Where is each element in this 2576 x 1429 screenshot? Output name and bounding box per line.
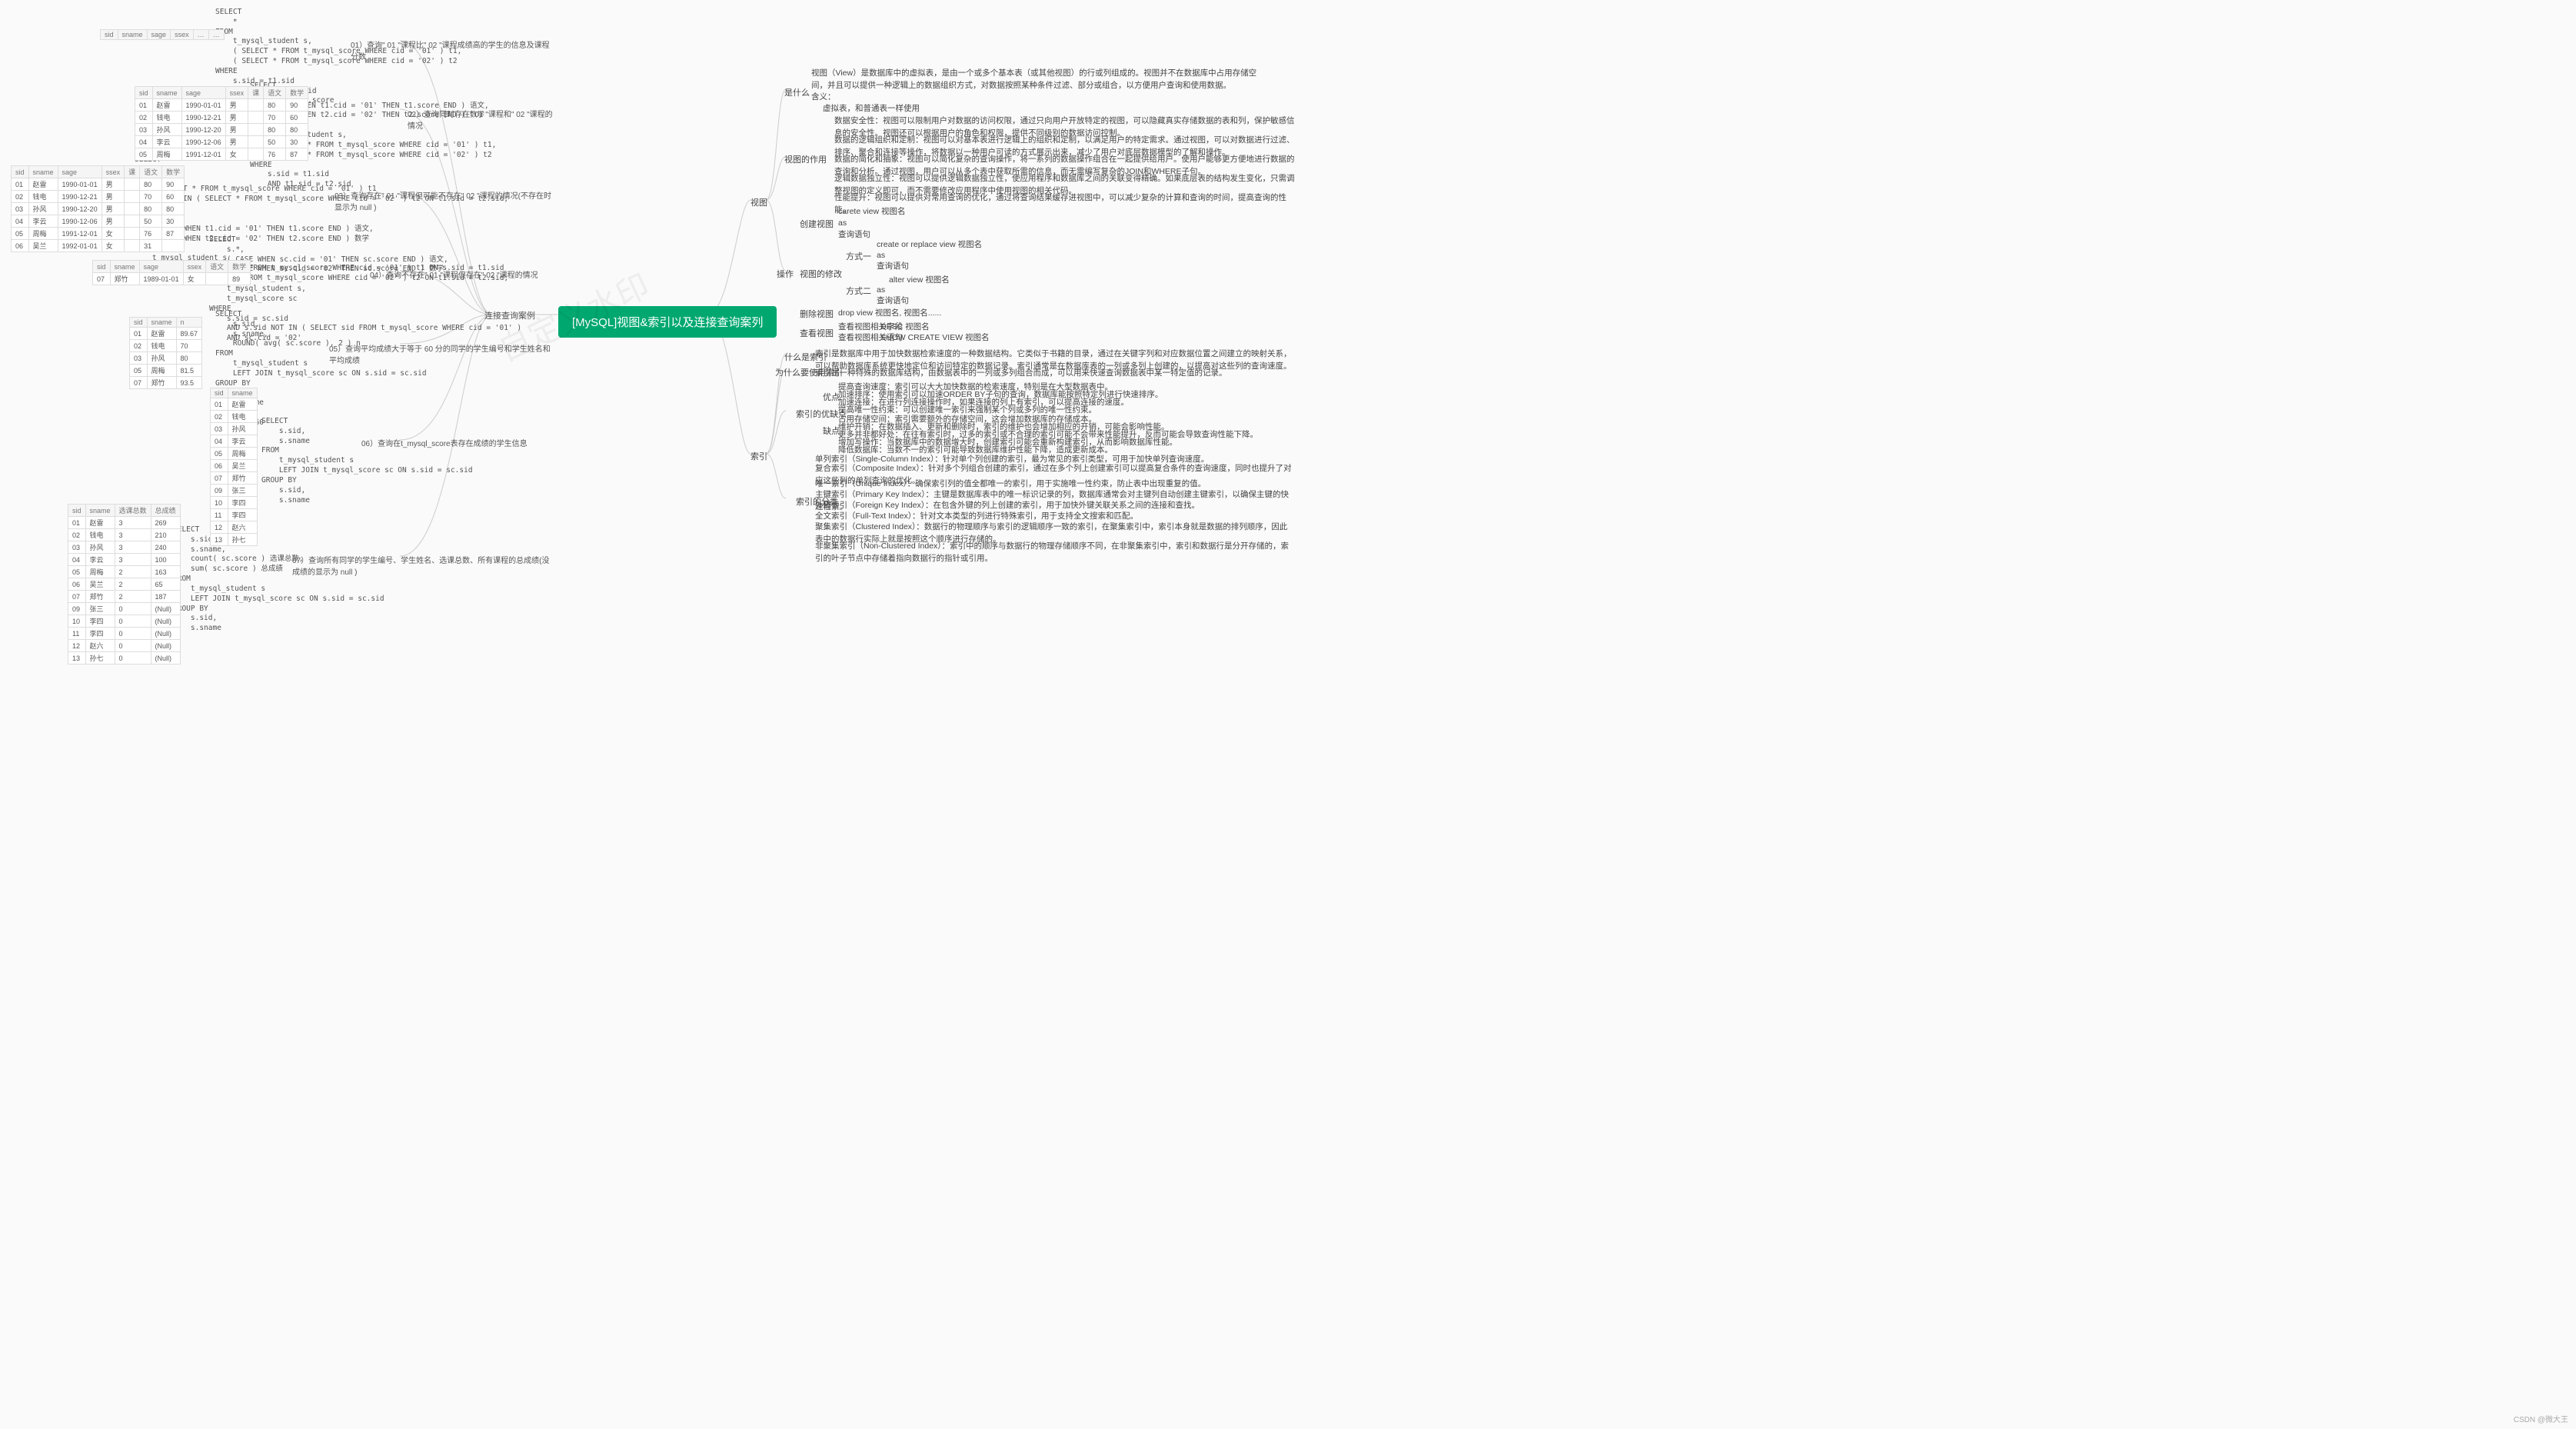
table-q7: sidsname选课总数总成绩 01赵雷3269 02钱电3210 03孙风32…	[68, 504, 181, 665]
sql-q7: SELECT s.sid, s.sname, count( sc.score )…	[173, 525, 384, 634]
sql-q6: SELECT s.sid, s.sname FROM t_mysql_stude…	[261, 417, 473, 505]
table-q2: sidsnamesagessex课语文数学 01赵雷1990-01-01男809…	[135, 86, 308, 161]
view-usage[interactable]: 视图的作用	[784, 153, 827, 165]
modify-m1[interactable]: 方式一	[846, 250, 871, 262]
show-view[interactable]: 查看视图	[800, 327, 834, 339]
label-q4: 04）查询不存在" 01 "课程但存在" 02 "课程的情况	[370, 268, 538, 280]
modify-m1-1: create or replace view 视图名	[877, 239, 982, 251]
view-def3: 虚拟表，和普通表一样使用	[823, 103, 920, 115]
type8: 非聚集索引（Non-Clustered Index）：索引中的顺序与数据行的物理…	[815, 541, 1292, 565]
table-q5: sidsnamen 01赵雷89.67 02钱电70 03孙风80 05周梅81…	[129, 317, 202, 389]
idx-why-t: 索引是一种特殊的数据库结构，由数据表中的一列或多列组合而成，可以用来快速查询数据…	[815, 368, 1292, 380]
view-def2: 含义：	[811, 92, 836, 104]
table-q6: sidsname 01赵雷 02钱电 03孙风 04李云 05周梅 06吴兰 0…	[210, 388, 258, 546]
view-def-long: 视图（View）是数据库中的虚拟表，是由一个或多个基本表（或其他视图）的行或列组…	[811, 68, 1273, 92]
drop-view[interactable]: 删除视图	[800, 308, 834, 320]
create2: as	[838, 218, 847, 230]
left-column: SELECT * FROM t_mysql_student s, ( SELEC…	[0, 0, 554, 1429]
modify-m1-3: 查询语句	[877, 261, 909, 273]
modify-m2-3: 查询语句	[877, 295, 909, 308]
label-q3: 03）查询存在" 01 "课程但可能不存在" 02 "课程的情况(不存在时显示为…	[334, 189, 554, 212]
create-view[interactable]: 创建视图	[800, 218, 834, 230]
table-q1: sidsnamesagessex……	[100, 29, 225, 40]
create1: carete view 视图名	[838, 206, 906, 218]
cons[interactable]: 缺点	[823, 425, 840, 437]
table-q3: sidsnamesagessex课语文数学 01赵雷1990-01-01男809…	[11, 165, 185, 252]
drop-cmd: drop view 视图名, 视图名......	[838, 308, 941, 320]
branch-view[interactable]: 视图	[751, 196, 767, 208]
pros[interactable]: 优点	[823, 391, 840, 403]
create3: 查询语句	[838, 229, 870, 241]
modify-view[interactable]: 视图的修改	[800, 268, 842, 280]
label-q6: 06）查询在t_mysql_score表存在成绩的学生信息	[361, 437, 528, 448]
modify-m2[interactable]: 方式二	[846, 285, 871, 297]
label-q1: 01）查询" 01 "课程比" 02 "课程成绩高的学生的信息及课程分数	[351, 38, 554, 62]
show2v: SHOW CREATE VIEW 视图名	[880, 332, 990, 345]
label-q2: 02）查询同时存在" 01 "课程和" 02 "课程的情况	[408, 108, 554, 131]
view-ops[interactable]: 操作	[777, 268, 794, 280]
modify-m2-1: alter view 视图名	[889, 275, 950, 287]
label-q5: 05）查询平均成绩大于等于 60 分的同学的学生编号和学生姓名和平均成绩	[329, 342, 554, 365]
label-q7: 07）查询所有同学的学生编号、学生姓名、选课总数、所有课程的总成绩(没成绩的显示…	[292, 554, 554, 577]
view-whatis[interactable]: 是什么	[784, 86, 810, 98]
page-watermark: CSDN @微大王	[2514, 1413, 2568, 1424]
branch-index[interactable]: 索引	[751, 450, 767, 462]
root-node[interactable]: [MySQL]视图&索引以及连接查询案列	[558, 306, 777, 338]
table-q4: sidsnamesagessex语文数学 07郑竹1989-01-01女89	[92, 260, 251, 285]
